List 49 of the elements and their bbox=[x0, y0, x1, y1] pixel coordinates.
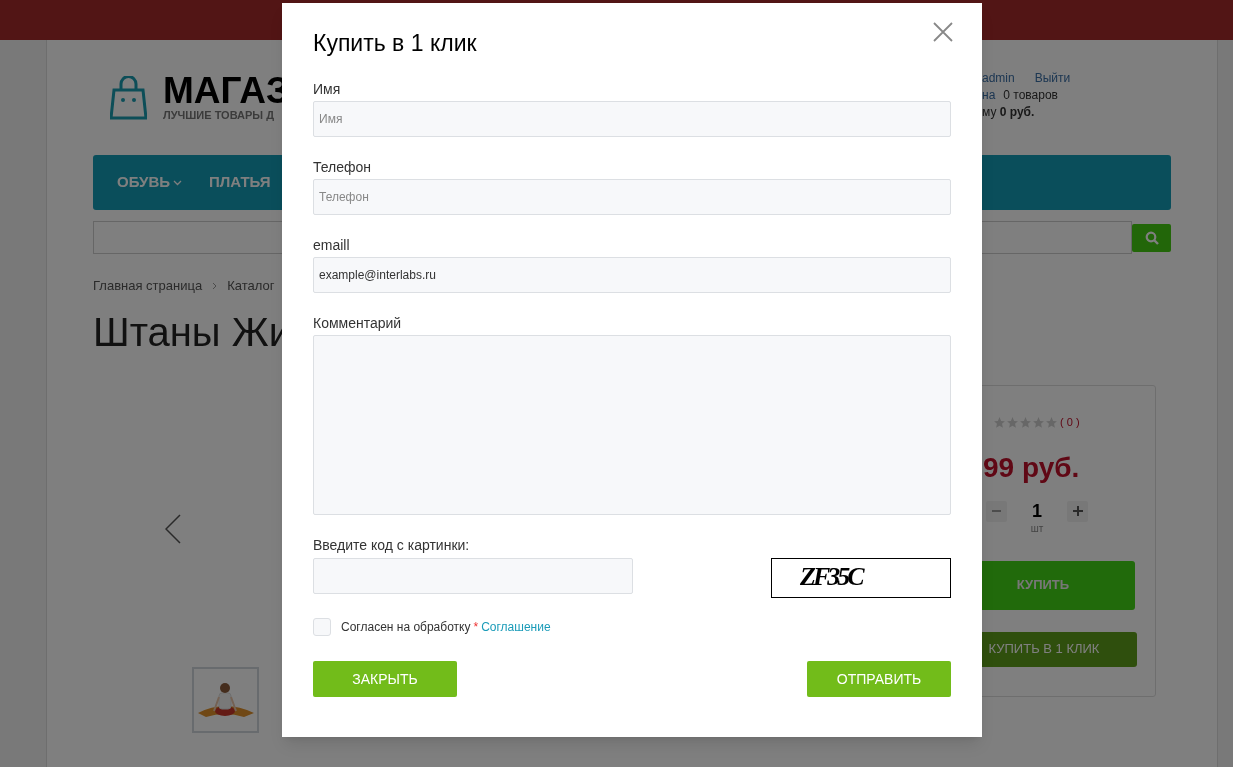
star-icon bbox=[1019, 415, 1032, 429]
plus-button[interactable] bbox=[1067, 500, 1088, 522]
close-button[interactable] bbox=[933, 22, 953, 42]
star-icon bbox=[1032, 415, 1045, 429]
input-field[interactable]: example@interlabs.ru bbox=[313, 257, 951, 293]
plus-icon bbox=[1072, 506, 1083, 516]
close-dialog-button[interactable]: ЗАКРЫТЬ bbox=[313, 661, 457, 697]
field-label: emaill bbox=[313, 237, 351, 253]
modal-title: Купить в 1 клик bbox=[313, 29, 477, 57]
chevron-right-icon bbox=[212, 282, 218, 290]
quantity-value: 1 bbox=[1032, 500, 1042, 522]
minus-button[interactable] bbox=[986, 500, 1007, 522]
rating-count: ( 0 ) bbox=[1060, 415, 1080, 430]
cart-sum: му 0 руб. bbox=[982, 104, 1036, 121]
field-label: Комментарий bbox=[313, 315, 403, 331]
consent-checkbox[interactable] bbox=[313, 618, 331, 636]
logo-tagline: ЛУЧШИЕ ТОВАРЫ Д bbox=[163, 109, 275, 122]
comment-field[interactable] bbox=[313, 335, 951, 515]
shopping-bag-icon bbox=[110, 75, 147, 120]
cart-count: 0 товаров bbox=[1003, 87, 1058, 104]
star-icon bbox=[1045, 415, 1058, 429]
close-icon bbox=[933, 22, 953, 42]
user-link[interactable]: Выйти bbox=[1034, 70, 1071, 87]
submit-button[interactable]: ОТПРАВИТЬ bbox=[807, 661, 951, 697]
star-icon bbox=[993, 415, 1006, 429]
captcha-image: ZF35C bbox=[771, 558, 951, 598]
search-icon bbox=[1144, 231, 1159, 245]
search-button[interactable] bbox=[1132, 224, 1171, 252]
star-icon bbox=[1006, 415, 1019, 429]
required-mark: * bbox=[473, 619, 479, 636]
price: 99 руб. bbox=[982, 450, 1081, 485]
cart-link[interactable]: на bbox=[982, 87, 996, 104]
chevron-left-icon[interactable] bbox=[165, 514, 181, 544]
field-label: Введите код с картинки: bbox=[313, 537, 471, 553]
breadcrumb-link[interactable]: Главная страница bbox=[93, 279, 203, 293]
nav-item[interactable]: ОБУВЬ bbox=[117, 171, 183, 194]
agreement-link[interactable]: Соглашение bbox=[481, 618, 551, 636]
field-label: Имя bbox=[313, 81, 342, 97]
consent-text: Согласен на обработку bbox=[341, 619, 471, 636]
minus-icon bbox=[992, 510, 1001, 512]
field-label: Телефон bbox=[313, 159, 373, 175]
breadcrumb-link[interactable]: Каталог bbox=[227, 279, 275, 293]
chevron-down-icon bbox=[173, 179, 183, 186]
nav-item[interactable]: ПЛАТЬЯ bbox=[209, 171, 271, 194]
captcha-field[interactable] bbox=[313, 558, 633, 594]
quantity-unit: шт bbox=[1030, 521, 1044, 536]
user-link[interactable]: admin bbox=[982, 70, 1015, 87]
input-field[interactable]: Телефон bbox=[313, 179, 951, 215]
input-field[interactable]: Имя bbox=[313, 101, 951, 137]
